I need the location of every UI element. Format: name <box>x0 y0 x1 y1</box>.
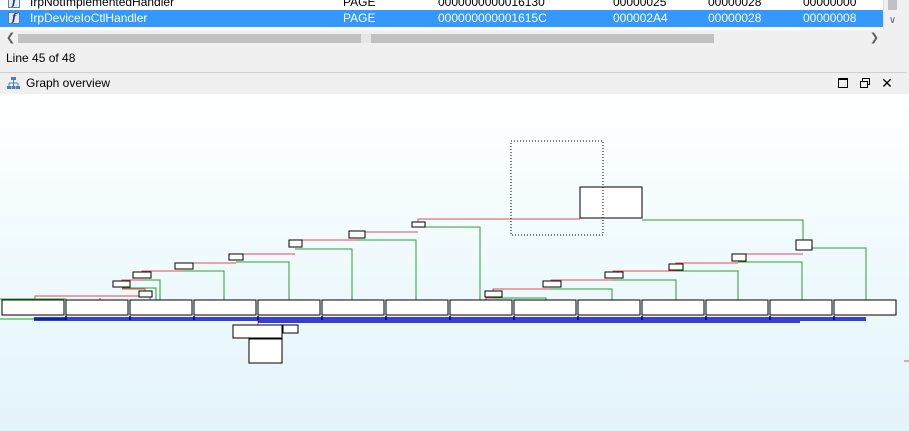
function-arguments: 00000000 <box>803 0 857 9</box>
function-start: 000000000001615C <box>438 11 547 25</box>
scrollbar-corner <box>883 30 909 47</box>
graph-node <box>282 324 299 334</box>
normal-flow-edges <box>34 316 866 342</box>
graph-overview-header: Graph overview ✕ <box>0 72 907 95</box>
graph-node <box>248 338 283 364</box>
horizontal-scrollbar-thumb[interactable] <box>18 34 714 43</box>
graph-node <box>795 239 813 251</box>
graph-overview-title: Graph overview <box>26 76 111 90</box>
function-start: 0000000000016130 <box>438 0 545 9</box>
graph-overview-canvas[interactable] <box>0 94 909 431</box>
graph-node <box>731 253 747 262</box>
function-name: IrpDeviceIoCtlHandler <box>30 11 148 25</box>
graph-node <box>65 299 129 316</box>
vertical-scrollbar[interactable]: ∨ <box>883 0 901 30</box>
graph-node <box>668 263 684 271</box>
close-icon[interactable]: ✕ <box>880 76 894 90</box>
graph-node <box>449 299 513 316</box>
vertical-scrollbar-thumb[interactable] <box>888 0 897 10</box>
graph-node <box>321 299 385 316</box>
function-icon: f <box>8 0 20 8</box>
scroll-right-icon[interactable]: ❯ <box>866 30 883 47</box>
scroll-left-icon[interactable]: ❮ <box>2 30 19 47</box>
graph-node <box>604 271 624 279</box>
graph-node <box>579 186 643 219</box>
graph-node <box>484 290 503 298</box>
maximize-icon[interactable] <box>836 76 850 90</box>
graph-node <box>129 299 193 316</box>
graph-node <box>232 324 283 339</box>
graph-node <box>138 290 153 298</box>
graph-node <box>132 271 152 279</box>
graph-node <box>833 299 897 316</box>
graph-node <box>174 262 194 270</box>
line-status: Line 45 of 48 <box>6 51 76 65</box>
function-arguments: 00000008 <box>803 11 857 25</box>
graph-tree-icon <box>7 77 20 89</box>
graph-node <box>641 299 705 316</box>
graph-node <box>385 299 449 316</box>
function-segment: PAGE <box>343 11 376 25</box>
graph-node <box>513 299 577 316</box>
graph-node <box>288 239 303 248</box>
graph-node <box>348 230 366 239</box>
graph-node <box>1 299 65 316</box>
graph-overview-diagram[interactable] <box>0 94 909 431</box>
horizontal-scrollbar[interactable]: ❮ ❯ <box>0 30 883 47</box>
function-icon: f <box>8 12 20 24</box>
scroll-down-icon[interactable]: ∨ <box>884 14 901 28</box>
function-length: 000002A4 <box>613 11 668 25</box>
scrollbar-grip <box>361 34 371 43</box>
graph-nodes <box>1 186 897 364</box>
function-row-selected[interactable]: f IrpDeviceIoCtlHandler PAGE 00000000000… <box>0 10 883 27</box>
function-locals: 00000028 <box>708 0 762 9</box>
function-segment: PAGE <box>343 0 376 9</box>
graph-node <box>193 299 257 316</box>
graph-node <box>411 221 426 228</box>
graph-node <box>542 280 562 288</box>
function-name: IrpNotImplementedHandler <box>30 0 175 9</box>
function-length: 00000025 <box>613 0 667 9</box>
graph-node <box>769 299 833 316</box>
graph-node <box>705 299 769 316</box>
function-locals: 00000028 <box>708 11 762 25</box>
graph-node <box>257 299 321 316</box>
function-row[interactable]: f IrpNotImplementedHandler PAGE 00000000… <box>0 0 883 10</box>
graph-node <box>112 280 131 288</box>
function-list[interactable]: f IrpNotImplementedHandler PAGE 00000000… <box>0 0 883 30</box>
graph-node <box>228 253 244 261</box>
graph-node <box>577 299 641 316</box>
restore-icon[interactable] <box>858 76 872 90</box>
